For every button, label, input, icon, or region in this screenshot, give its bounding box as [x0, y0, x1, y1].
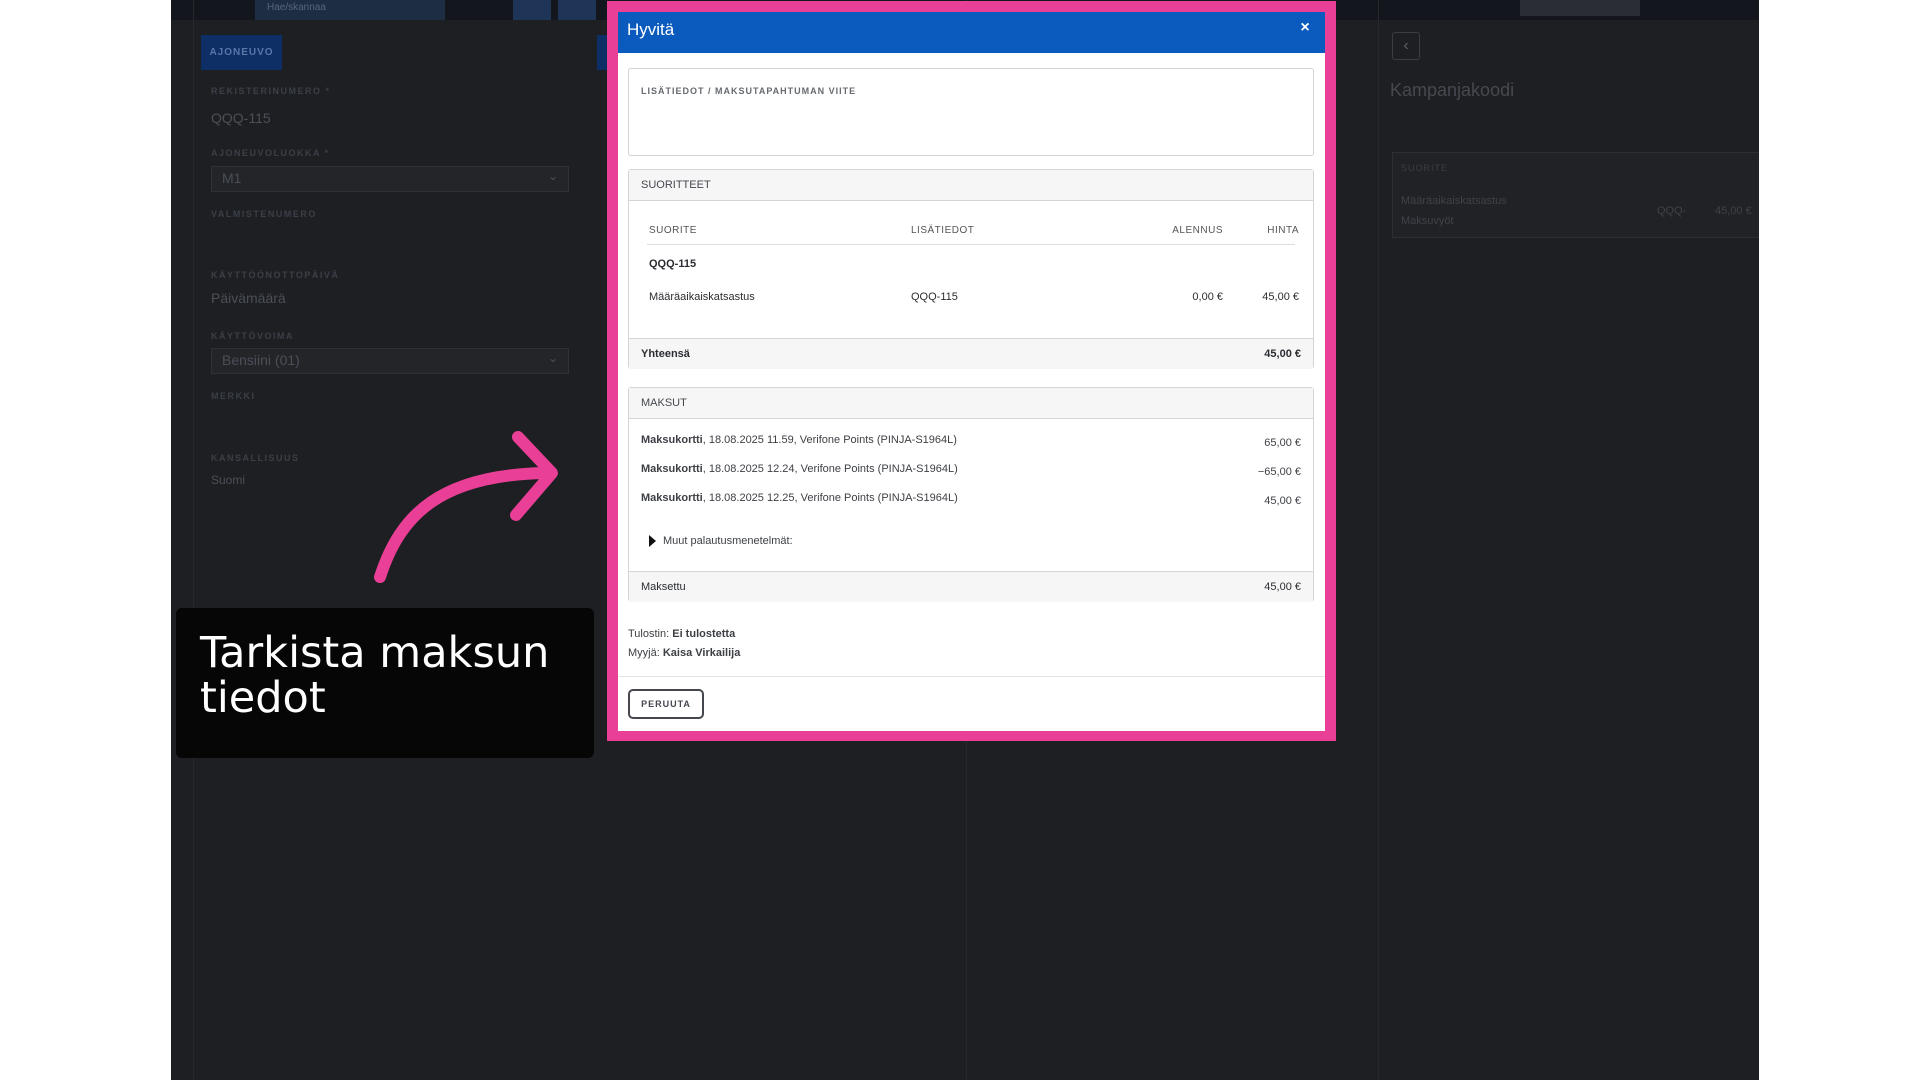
chevron-down-icon: ⌄ [547, 351, 558, 365]
other-methods-toggle[interactable]: Muut palautusmenetelmät: [649, 535, 793, 548]
cancel-button[interactable]: PERUUTA [628, 689, 704, 719]
back-button[interactable]: ‹ [1392, 32, 1420, 60]
vehicle-tab[interactable]: AJONEUVO [201, 35, 282, 70]
field-label-fuel: KÄYTTÖVOIMA [211, 331, 294, 341]
chevron-down-icon: ⌄ [547, 169, 558, 183]
date-input[interactable]: Päivämäärä [211, 290, 286, 306]
instruction-callout: Tarkista maksun tiedot [176, 608, 594, 758]
payment-method: Maksukortti [641, 463, 703, 475]
group-label: QQQ-115 [649, 258, 697, 270]
printer-info: Tulostin: Ei tulostetta [628, 628, 735, 640]
field-value-nationality: Suomi [211, 473, 246, 487]
seller-info: Myyjä: Kaisa Virkailija [628, 647, 740, 659]
fuel-value: Bensiini (01) [222, 352, 300, 368]
right-row-name: Määräaikaiskatsastus [1401, 195, 1507, 207]
other-methods-label: Muut palautusmenetelmät: [663, 535, 793, 547]
caret-right-icon [649, 535, 656, 548]
reference-label: LISÄTIEDOT / MAKSUTAPAHTUMAN VIITE [641, 86, 857, 96]
payment-amount: 65,00 € [1264, 437, 1301, 449]
reference-textarea[interactable]: LISÄTIEDOT / MAKSUTAPAHTUMAN VIITE [628, 68, 1314, 156]
refund-modal: Hyvitä × LISÄTIEDOT / MAKSUTAPAHTUMAN VI… [618, 12, 1325, 731]
field-label-date: KÄYTTÖÖNOTTOPÄIVÄ [211, 270, 340, 280]
column-header-discount: ALENNUS [1172, 225, 1223, 236]
seller-value: Kaisa Virkailija [662, 647, 741, 659]
campaign-code-title: Kampanjakoodi [1390, 80, 1515, 100]
service-discount: 0,00 € [1192, 291, 1223, 303]
field-label-nationality: KANSALLISUUS [211, 453, 300, 463]
field-label-make: MERKKI [211, 391, 256, 401]
right-row-sub: Maksuvyöt [1401, 215, 1454, 227]
paid-label: Maksettu [641, 581, 686, 593]
callout-text: Tarkista maksun tiedot [200, 628, 550, 723]
right-table-header: SUORITE [1401, 163, 1449, 173]
payment-detail: , 18.08.2025 11.59, Verifone Points (PIN… [702, 434, 957, 446]
column-header-price: HINTA [1267, 225, 1299, 236]
services-panel-header: SUORITTEET [629, 170, 1313, 201]
payment-row: Maksukortti, 18.08.2025 12.25, Verifone … [641, 492, 958, 504]
paid-row: Maksettu 45,00 € [629, 571, 1313, 602]
field-label-register: REKISTERINUMERO * [211, 86, 331, 96]
services-heading: SUORITTEET [641, 179, 711, 191]
right-row-price: 45,00 € [1715, 205, 1752, 217]
payment-amount: 45,00 € [1264, 495, 1301, 507]
field-label-class: AJONEUVOLUOKKA * [211, 148, 330, 158]
payment-detail: , 18.08.2025 12.24, Verifone Points (PIN… [702, 463, 958, 475]
vehicle-class-select[interactable]: M1 ⌄ [211, 166, 569, 192]
modal-title: Hyvitä [627, 20, 675, 39]
vehicle-class-value: M1 [222, 170, 242, 186]
search-input[interactable]: Hae/skannaa [255, 0, 445, 20]
printer-label: Tulostin: [628, 628, 673, 640]
payment-method: Maksukortti [641, 434, 703, 446]
payment-detail: , 18.08.2025 12.25, Verifone Points (PIN… [702, 492, 958, 504]
top-bar-user[interactable] [1520, 0, 1640, 16]
payment-row: Maksukortti, 18.08.2025 11.59, Verifone … [641, 434, 957, 446]
chevron-left-icon: ‹ [1403, 37, 1409, 54]
calendar-icon[interactable] [513, 0, 551, 20]
field-value-register: QQQ-115 [211, 110, 271, 126]
payments-panel-header: MAKSUT [629, 388, 1313, 419]
column-divider [1378, 0, 1379, 1080]
total-label: Yhteensä [641, 348, 690, 360]
payment-amount: −65,00 € [1257, 466, 1301, 478]
total-value: 45,00 € [1264, 348, 1301, 360]
fuel-select[interactable]: Bensiini (01) ⌄ [211, 348, 569, 374]
column-header-info: LISÄTIEDOT [911, 225, 975, 236]
field-label-serial: VALMISTENUMERO [211, 209, 317, 219]
printer-value: Ei tulostetta [672, 628, 736, 640]
footer-divider [618, 676, 1325, 677]
header-divider [647, 244, 1295, 245]
arrow-icon [374, 431, 558, 583]
column-header-service: SUORITE [649, 225, 697, 236]
column-divider [193, 0, 194, 1080]
close-button[interactable]: × [1295, 18, 1315, 38]
services-total-row: Yhteensä 45,00 € [629, 338, 1313, 369]
service-name: Määräaikaiskatsastus [649, 291, 755, 303]
modal-header: Hyvitä × [618, 12, 1325, 53]
service-price: 45,00 € [1262, 291, 1299, 303]
paid-value: 45,00 € [1264, 581, 1301, 593]
services-panel: SUORITTEET SUORITE LISÄTIEDOT ALENNUS HI… [628, 169, 1314, 369]
service-info: QQQ-115 [911, 291, 958, 303]
payment-row: Maksukortti, 18.08.2025 12.24, Verifone … [641, 463, 958, 475]
seller-label: Myyjä: [628, 647, 663, 659]
payments-heading: MAKSUT [641, 397, 687, 409]
close-icon: × [1300, 19, 1310, 36]
right-services-card: SUORITE Määräaikaiskatsastus Maksuvyöt Q… [1392, 152, 1759, 238]
car-icon[interactable] [558, 0, 596, 20]
search-placeholder: Hae/skannaa [267, 2, 326, 13]
payments-panel: MAKSUT Maksukortti, 18.08.2025 11.59, Ve… [628, 387, 1314, 602]
payment-method: Maksukortti [641, 492, 703, 504]
right-row-plate: QQQ- [1657, 205, 1687, 217]
